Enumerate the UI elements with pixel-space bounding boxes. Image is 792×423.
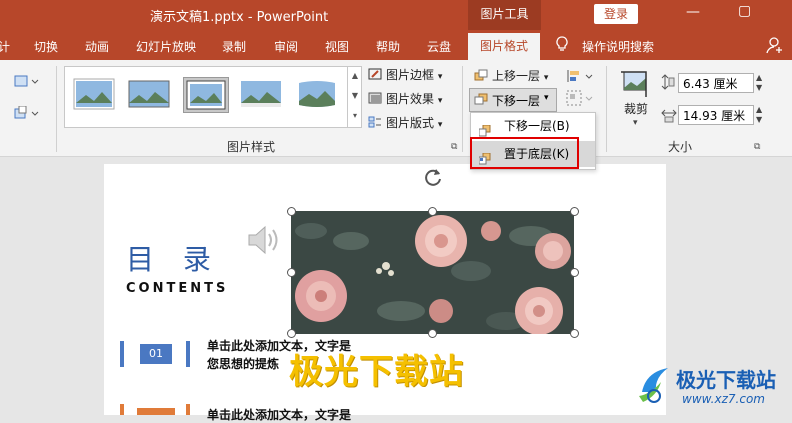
- title-bar: 演示文稿1.pptx - PowerPoint 图片工具 登录 — ▢: [0, 0, 792, 30]
- maximize-button[interactable]: ▢: [738, 3, 751, 19]
- tab-review[interactable]: 审阅: [274, 38, 298, 55]
- toc-title[interactable]: 目 录: [126, 238, 221, 278]
- picture-styles-gallery: [64, 66, 362, 128]
- send-backward-button[interactable]: 下移一层 ▾: [469, 88, 557, 112]
- tab-cloud[interactable]: 云盘: [427, 38, 451, 55]
- contents-subtitle[interactable]: CONTENTS: [126, 281, 228, 296]
- style-thumb[interactable]: [295, 77, 339, 111]
- menu-item-send-backward[interactable]: 下移一层(B): [471, 113, 595, 139]
- tab-picture-format[interactable]: 图片格式: [468, 33, 541, 60]
- window-title: 演示文稿1.pptx - PowerPoint: [150, 10, 329, 25]
- item2-bracket-right: [186, 404, 190, 415]
- item-bracket-left: [120, 341, 124, 367]
- item-text-line2[interactable]: 您思想的提炼: [207, 355, 279, 372]
- gallery-more-icon[interactable]: ▾: [348, 106, 362, 126]
- style-thumb[interactable]: [72, 77, 116, 111]
- logo-text: 极光下载站: [676, 368, 776, 392]
- scroll-down-icon[interactable]: ▼: [348, 86, 362, 106]
- tell-me-search[interactable]: 操作说明搜索: [582, 38, 654, 55]
- context-tab-picture-tools: 图片工具: [468, 0, 541, 30]
- crop-chevron-icon: ▾: [633, 118, 638, 128]
- ribbon-tabs: 计 切换 动画 幻灯片放映 录制 审阅 视图 帮助 云盘 图片格式 操作说明搜索: [0, 30, 792, 60]
- share-user-icon[interactable]: [766, 36, 784, 57]
- style-thumb[interactable]: [127, 77, 171, 111]
- watermark-text: 极光下载站: [289, 352, 464, 392]
- tab-transitions[interactable]: 切换: [34, 38, 58, 55]
- lightbulb-icon: [556, 36, 568, 55]
- crop-button[interactable]: 裁剪: [624, 100, 648, 117]
- size-group-label: 大小: [668, 140, 693, 154]
- width-input[interactable]: 14.93 厘米: [678, 105, 754, 125]
- height-input[interactable]: 6.43 厘米: [678, 73, 754, 93]
- picture-border-button[interactable]: 图片边框 ▾: [368, 66, 442, 83]
- ribbon: ▲ ▼ ▾ 图片边框 ▾ 图片效果 ▾ 图片版式 ▾ 图片样式 ⧉ 上移一层 ▾…: [0, 60, 792, 157]
- gallery-scroll[interactable]: ▲ ▼ ▾: [347, 66, 362, 127]
- speaker-icon[interactable]: [246, 224, 280, 260]
- tab-record[interactable]: 录制: [222, 38, 246, 55]
- highlight-box: [470, 137, 579, 169]
- resize-handle-tr[interactable]: [570, 207, 579, 216]
- width-spin-icon[interactable]: ▲ ▼: [756, 105, 762, 125]
- crop-icon[interactable]: [620, 68, 654, 102]
- dialog-launcher-icon[interactable]: ⧉: [451, 142, 457, 152]
- effects-icon: [368, 92, 382, 104]
- item-number-01[interactable]: 01: [140, 344, 172, 364]
- resize-handle-tl[interactable]: [287, 207, 296, 216]
- scroll-up-icon[interactable]: ▲: [348, 66, 362, 86]
- bring-forward-button[interactable]: 上移一层 ▾: [474, 67, 548, 84]
- resize-handle-bottom[interactable]: [428, 329, 437, 338]
- item2-number-box[interactable]: [137, 408, 175, 415]
- style-thumb-selected[interactable]: [183, 77, 229, 113]
- height-spin-icon[interactable]: ▲ ▼: [756, 73, 762, 93]
- layout-icon: [368, 116, 382, 128]
- tab-design[interactable]: 计: [0, 38, 10, 55]
- send-backward-icon: [474, 93, 488, 108]
- width-icon: [661, 108, 677, 127]
- group-icon[interactable]: [566, 90, 596, 110]
- bring-forward-icon: [474, 69, 488, 81]
- logo-url: www.xz7.com: [682, 392, 765, 406]
- tab-view[interactable]: 视图: [325, 38, 349, 55]
- picture-styles-group-label: 图片样式: [227, 140, 276, 154]
- item2-bracket-left: [120, 404, 124, 415]
- adjust-icon[interactable]: [14, 74, 40, 94]
- item-bracket-right: [186, 341, 190, 367]
- site-logo-icon: [636, 362, 674, 408]
- tab-slideshow[interactable]: 幻灯片放映: [136, 38, 196, 55]
- picture-effects-button[interactable]: 图片效果 ▾: [368, 90, 442, 107]
- tab-help[interactable]: 帮助: [376, 38, 400, 55]
- minimize-button[interactable]: —: [686, 4, 700, 20]
- border-icon: [368, 68, 382, 80]
- style-thumb[interactable]: [239, 77, 283, 111]
- tab-animations[interactable]: 动画: [85, 38, 109, 55]
- login-button[interactable]: 登录: [594, 4, 638, 24]
- resize-handle-left[interactable]: [287, 268, 296, 277]
- resize-handle-br[interactable]: [570, 329, 579, 338]
- align-icon[interactable]: [566, 68, 596, 87]
- arrange-icon[interactable]: [14, 105, 40, 126]
- picture-layout-button[interactable]: 图片版式 ▾: [368, 114, 442, 131]
- rotate-handle-icon[interactable]: [422, 166, 444, 192]
- send-backward-icon: [478, 120, 491, 137]
- resize-handle-right[interactable]: [570, 268, 579, 277]
- size-dialog-launcher-icon[interactable]: ⧉: [754, 142, 760, 152]
- rose-picture[interactable]: [291, 211, 574, 334]
- resize-handle-top[interactable]: [428, 207, 437, 216]
- height-icon: [661, 74, 675, 94]
